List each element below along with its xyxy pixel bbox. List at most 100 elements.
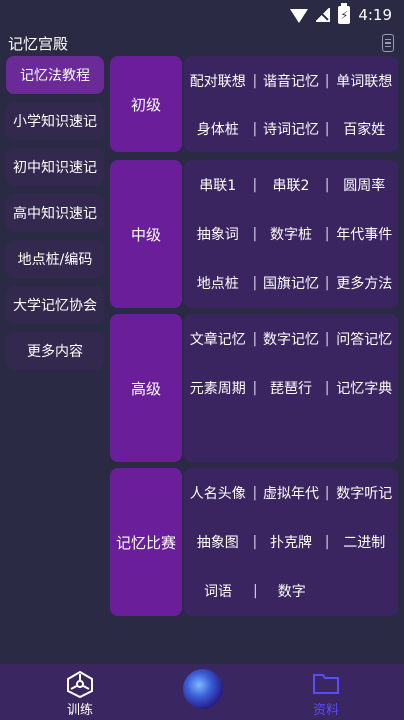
method-article[interactable]: 文章记忆	[184, 329, 252, 349]
no-signal-icon	[316, 8, 331, 22]
event-binary[interactable]: 二进制	[330, 532, 398, 552]
section-row: 抽象图 | 扑克牌 | 二进制	[184, 517, 398, 567]
separator: |	[252, 534, 258, 550]
method-chain-1[interactable]: 串联1	[184, 175, 252, 195]
sidebar-item-more-content[interactable]: 更多内容	[6, 332, 104, 370]
method-dictionary[interactable]: 记忆字典	[330, 378, 398, 398]
app-title: 记忆宫殿	[8, 34, 69, 53]
status-bar: ⚡ 4:19	[0, 0, 404, 30]
separator: |	[324, 226, 330, 242]
status-time: 4:19	[358, 6, 392, 24]
section-row: 元素周期 | 琵琶行 | 记忆字典	[184, 363, 398, 413]
sidebar-item-primary-school[interactable]: 小学知识速记	[6, 102, 104, 140]
training-icon	[67, 670, 93, 698]
nav-training[interactable]: 训练	[40, 664, 120, 720]
separator: |	[252, 121, 258, 137]
method-qa[interactable]: 问答记忆	[330, 329, 398, 349]
sidebar-item-label: 高中知识速记	[13, 206, 97, 222]
section-panel-advanced: 文章记忆 | 数字记忆 | 问答记忆 元素周期 | 琵琶行 | 记忆字典	[184, 314, 398, 462]
separator: |	[252, 226, 258, 242]
sidebar-item-middle-school[interactable]: 初中知识速记	[6, 148, 104, 186]
section-label-text: 中级	[130, 225, 161, 244]
section-label-competition: 记忆比赛	[110, 468, 182, 616]
method-pipa-xing[interactable]: 琵琶行	[258, 378, 324, 398]
nav-label: 资料	[312, 703, 339, 718]
method-number-pegs[interactable]: 数字桩	[258, 224, 324, 244]
method-more[interactable]: 更多方法	[330, 273, 398, 293]
sidebar-item-location-pegs[interactable]: 地点桩/编码	[6, 240, 104, 278]
event-words[interactable]: 词语	[184, 581, 252, 601]
sidebar-item-label: 大学记忆协会	[13, 298, 97, 314]
separator: |	[324, 121, 330, 137]
folder-icon	[313, 674, 339, 694]
separator: |	[324, 331, 330, 347]
separator: |	[324, 485, 330, 501]
battery-charging-icon: ⚡	[338, 3, 351, 24]
section-label-intermediate: 中级	[110, 160, 182, 308]
method-periodic-table[interactable]: 元素周期	[184, 378, 252, 398]
sidebar-item-memory-tutorial[interactable]: 记忆法教程	[6, 56, 104, 94]
sidebar: 记忆法教程 小学知识速记 初中知识速记 高中知识速记 地点桩/编码 大学记忆协会…	[6, 56, 104, 378]
section-label-text: 高级	[130, 379, 161, 398]
sidebar-item-label: 初中知识速记	[13, 160, 97, 176]
app-header: 记忆宫殿	[0, 30, 404, 56]
method-location-pegs[interactable]: 地点桩	[184, 273, 252, 293]
sidebar-item-label: 小学知识速记	[13, 114, 97, 130]
separator: |	[253, 583, 258, 599]
event-names-faces[interactable]: 人名头像	[184, 483, 252, 503]
section-row: 配对联想 | 谐音记忆 | 单词联想	[184, 56, 398, 106]
separator: |	[324, 177, 330, 193]
method-numbers[interactable]: 数字记忆	[258, 329, 324, 349]
section-row: 文章记忆 | 数字记忆 | 问答记忆	[184, 314, 398, 364]
method-pair-association[interactable]: 配对联想	[184, 71, 252, 91]
section-panel-intermediate: 串联1 | 串联2 | 圆周率 抽象词 | 数字桩 | 年代事件 地点桩 | 国旗记忆 | …	[184, 160, 398, 308]
section-label-text: 记忆比赛	[115, 533, 176, 552]
separator: |	[324, 380, 330, 396]
method-word-association[interactable]: 单词联想	[330, 71, 398, 91]
method-homophone[interactable]: 谐音记忆	[258, 71, 324, 91]
sidebar-item-label: 地点桩/编码	[17, 252, 93, 268]
event-abstract-images[interactable]: 抽象图	[184, 532, 252, 552]
sidebar-item-university-association[interactable]: 大学记忆协会	[6, 286, 104, 324]
method-pi[interactable]: 圆周率	[330, 175, 398, 195]
separator: |	[252, 73, 258, 89]
separator: |	[252, 275, 258, 291]
event-playing-cards[interactable]: 扑克牌	[258, 532, 324, 552]
event-fictional-dates[interactable]: 虚拟年代	[258, 483, 324, 503]
brain-orb-icon[interactable]	[183, 669, 223, 709]
section-label-beginner: 初级	[110, 56, 182, 152]
nav-label: 训练	[66, 703, 93, 718]
method-flags[interactable]: 国旗记忆	[258, 273, 324, 293]
section-label-text: 初级	[130, 95, 161, 114]
separator: |	[252, 380, 258, 396]
section-panel-competition: 人名头像 | 虚拟年代 | 数字听记 抽象图 | 扑克牌 | 二进制 词语 | 数字	[184, 468, 398, 616]
separator: |	[252, 331, 258, 347]
separator: |	[252, 177, 258, 193]
separator: |	[324, 534, 330, 550]
method-abstract-words[interactable]: 抽象词	[184, 224, 252, 244]
sidebar-item-high-school[interactable]: 高中知识速记	[6, 194, 104, 232]
event-spoken-numbers[interactable]: 数字听记	[330, 483, 398, 503]
section-row: 身体桩 | 诗词记忆 | 百家姓	[184, 104, 398, 154]
section-label-advanced: 高级	[110, 314, 182, 462]
section-panel-beginner: 配对联想 | 谐音记忆 | 单词联想 身体桩 | 诗词记忆 | 百家姓	[184, 56, 398, 152]
method-poetry[interactable]: 诗词记忆	[258, 119, 324, 139]
separator: |	[324, 73, 330, 89]
sidebar-item-label: 记忆法教程	[20, 68, 90, 84]
section-row: 串联1 | 串联2 | 圆周率	[184, 160, 398, 210]
method-body-pegs[interactable]: 身体桩	[184, 119, 252, 139]
section-row: 人名头像 | 虚拟年代 | 数字听记	[184, 468, 398, 518]
method-surnames[interactable]: 百家姓	[330, 119, 398, 139]
separator: |	[324, 275, 330, 291]
nav-materials[interactable]: 资料	[286, 664, 366, 720]
section-row: 地点桩 | 国旗记忆 | 更多方法	[184, 258, 398, 308]
method-historical-dates[interactable]: 年代事件	[330, 224, 398, 244]
menu-icon[interactable]	[382, 34, 394, 52]
separator: |	[252, 485, 258, 501]
method-chain-2[interactable]: 串联2	[258, 175, 324, 195]
section-row: 词语 | 数字	[184, 566, 398, 616]
sidebar-item-label: 更多内容	[27, 344, 83, 360]
section-row: 抽象词 | 数字桩 | 年代事件	[184, 209, 398, 259]
event-numbers[interactable]: 数字	[259, 581, 325, 601]
wifi-icon	[290, 9, 309, 23]
